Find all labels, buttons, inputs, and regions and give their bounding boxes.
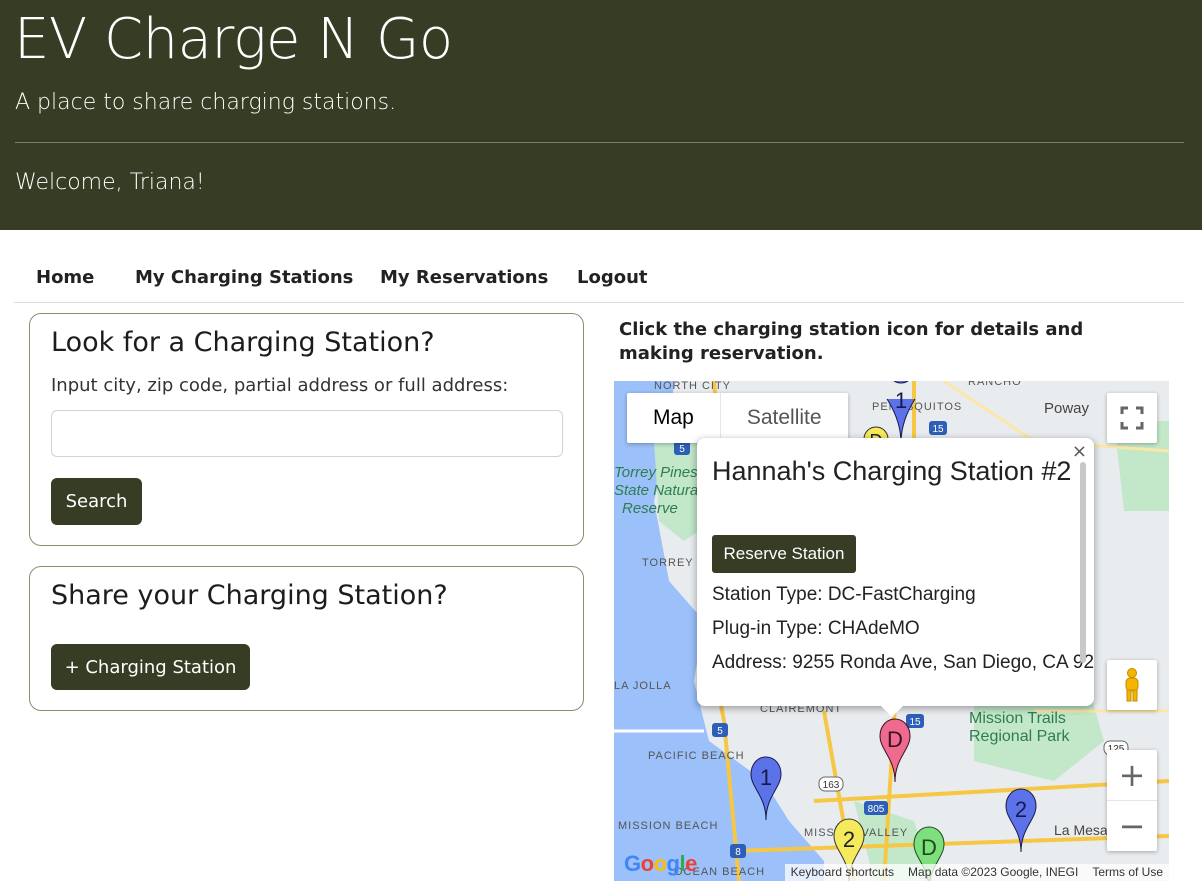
zoom-control: + − [1107,750,1157,851]
marker-label: 2 [1015,797,1027,822]
station-map[interactable]: 5 15 5 15 163 805 8 125 NORTH CITY PEÑAS… [614,381,1169,881]
keyboard-shortcuts-link[interactable]: Keyboard shortcuts [791,865,894,880]
street-view-button[interactable] [1107,660,1157,710]
marker-label: D [921,835,937,860]
search-button[interactable]: Search [51,478,142,525]
search-card: Look for a Charging Station? Input city,… [29,313,584,546]
site-tagline: A place to share charging stations. [15,90,397,115]
nav-my-charging-stations[interactable]: My Charging Stations [135,267,353,288]
marker-label: D [887,727,903,752]
google-logo: Google [624,851,697,876]
pegman-icon [1125,668,1139,702]
search-card-title: Look for a Charging Station? [51,327,435,358]
station-marker-pink[interactable]: D [879,718,911,783]
fullscreen-button[interactable] [1107,393,1157,443]
close-icon[interactable]: × [1072,441,1087,462]
map-type-satellite[interactable]: Satellite [719,393,848,443]
search-input-label: Input city, zip code, partial address or… [51,375,509,396]
marker-label: 2 [843,827,855,852]
header-divider [15,142,1184,143]
zoom-in-button[interactable]: + [1107,751,1157,801]
map-attribution: Keyboard shortcuts Map data ©2023 Google… [784,864,1169,881]
station-type: Station Type: DC-FastCharging [712,584,976,605]
welcome-message: Welcome, Triana! [15,170,205,195]
fullscreen-icon [1120,406,1144,430]
nav-home[interactable]: Home [36,267,94,288]
station-marker-blue[interactable]: 1 [886,381,916,444]
map-instruction: Click the charging station icon for deta… [619,319,1084,364]
site-header: EV Charge N Go A place to share charging… [0,0,1202,230]
nav-logout[interactable]: Logout [577,267,648,288]
station-info-window: Hannah's Charging Station #2 Reserve Sta… [697,438,1094,706]
map-type-map[interactable]: Map [627,393,720,443]
station-address: Address: 9255 Ronda Ave, San Diego, CA 9… [712,652,1094,673]
map-type-control: Map Satellite [627,393,848,443]
terms-of-use-link[interactable]: Terms of Use [1092,865,1163,880]
marker-label: 1 [895,388,907,413]
zoom-out-button[interactable]: − [1107,801,1157,851]
add-charging-station-button[interactable]: + Charging Station [51,644,250,690]
info-window-tail [878,703,906,717]
plugin-type: Plug-in Type: CHAdeMO [712,618,920,639]
main-nav: Home My Charging Stations My Reservation… [14,255,1184,303]
station-marker-blue[interactable]: 1 [750,756,782,821]
reserve-station-button[interactable]: Reserve Station [712,535,856,573]
site-title: EV Charge N Go [14,7,453,72]
search-input[interactable] [51,410,563,457]
info-window-title: Hannah's Charging Station #2 [712,456,1072,486]
map-data-credit: Map data ©2023 Google, INEGI [908,865,1079,879]
station-marker-blue[interactable]: 2 [1005,788,1037,853]
marker-label: 1 [760,765,772,790]
nav-my-reservations[interactable]: My Reservations [380,267,548,288]
share-card-title: Share your Charging Station? [51,580,448,611]
share-card: Share your Charging Station? + Charging … [29,566,584,711]
info-window-scrollbar[interactable] [1080,462,1086,663]
